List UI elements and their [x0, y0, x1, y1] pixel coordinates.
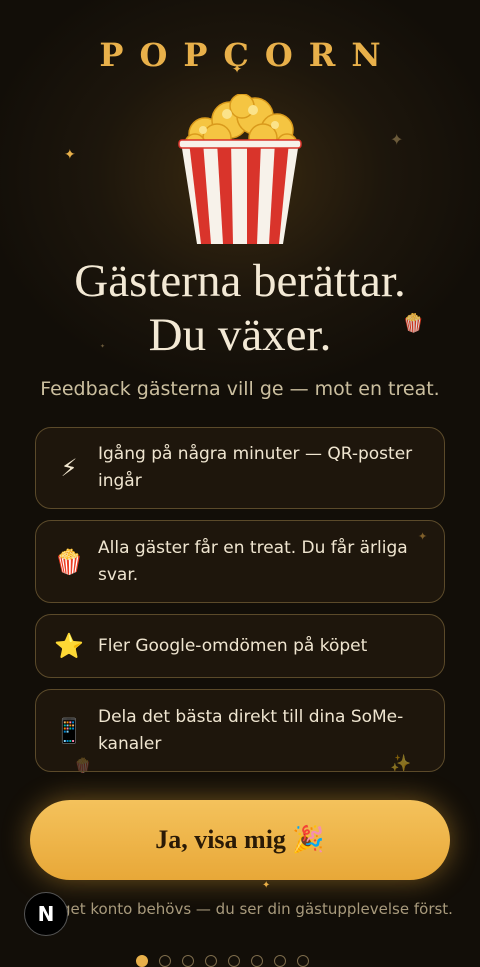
sparkle-icon: ✦	[262, 880, 271, 891]
pagination-dot[interactable]	[205, 955, 217, 967]
star-icon: ⭐	[54, 632, 84, 660]
headline: Gästerna berättar. Du växer.	[0, 254, 480, 362]
footnote: Inget konto behövs — du ser din gästuppl…	[47, 900, 453, 918]
feature-text: Dela det bästa direkt till dina SoMe-kan…	[98, 706, 404, 754]
popcorn-bucket-icon	[178, 94, 302, 244]
pagination-dot[interactable]	[274, 955, 286, 967]
n-badge[interactable]: N	[24, 892, 68, 936]
feature-card: 📱 Dela det bästa direkt till dina SoMe-k…	[35, 689, 445, 772]
feature-card: ⚡ Igång på några minuter — QR-poster ing…	[35, 427, 445, 509]
sparkle-icon: ✦	[390, 130, 404, 149]
feature-card: 🍿 Alla gäster får en treat. Du får ärlig…	[35, 520, 445, 603]
headline-line-2: Du växer.	[148, 309, 332, 361]
pagination-dot[interactable]	[159, 955, 171, 967]
subtitle: Feedback gästerna vill ge — mot en treat…	[40, 378, 440, 400]
pagination-dot[interactable]	[228, 955, 240, 967]
feature-text: Igång på några minuter — QR-poster ingår	[98, 444, 413, 491]
popcorn-icon: 🍿	[54, 547, 84, 576]
pagination-dots	[136, 955, 309, 967]
pagination-dot-active[interactable]	[136, 955, 148, 967]
cta-button[interactable]: Ja, visa mig 🎉	[30, 800, 450, 880]
pagination-dot[interactable]	[297, 955, 309, 967]
sparkle-icon: ✦	[64, 147, 76, 163]
pagination-dot[interactable]	[182, 955, 194, 967]
feature-text: Alla gäster får en treat. Du får ärliga …	[98, 537, 408, 585]
phone-icon: 📱	[54, 716, 84, 745]
lightning-icon: ⚡	[60, 454, 78, 482]
feature-card: ⭐ Fler Google-omdömen på köpet	[35, 614, 445, 678]
headline-line-1: Gästerna berättar.	[74, 255, 406, 307]
feature-list: ⚡ Igång på några minuter — QR-poster ing…	[35, 427, 445, 783]
brand-logo: POPCORN	[99, 36, 397, 74]
pagination-dot[interactable]	[251, 955, 263, 967]
feature-text: Fler Google-omdömen på köpet	[98, 635, 368, 656]
